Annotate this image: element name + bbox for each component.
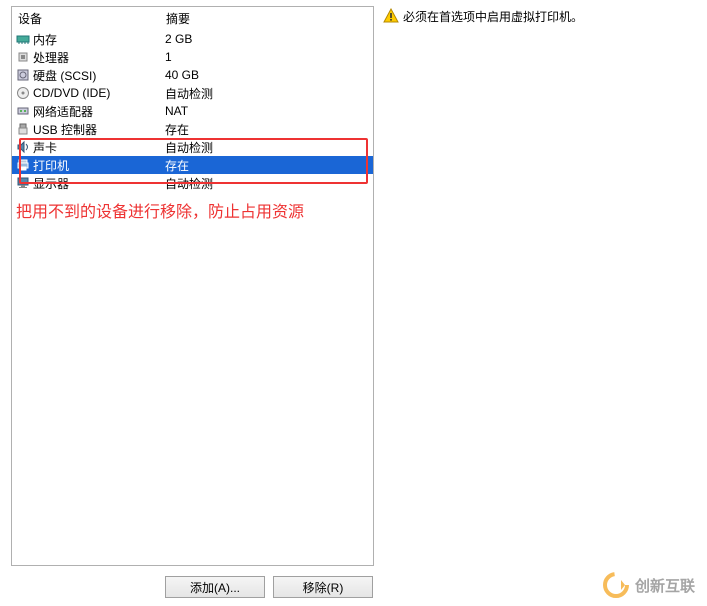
- device-row-cd[interactable]: CD/DVD (IDE)自动检测: [12, 84, 373, 102]
- add-button[interactable]: 添加(A)...: [165, 576, 265, 598]
- device-name: 声卡: [33, 139, 165, 156]
- header-summary: 摘要: [166, 10, 369, 27]
- warning-text: 必须在首选项中启用虚拟打印机。: [403, 8, 583, 25]
- watermark-logo-icon: [603, 572, 629, 598]
- watermark: 创新互联: [603, 572, 695, 598]
- remove-button[interactable]: 移除(R): [273, 576, 373, 598]
- header-device: 设备: [16, 10, 166, 27]
- device-row-network[interactable]: 网络适配器NAT: [12, 102, 373, 120]
- device-name: 网络适配器: [33, 103, 165, 120]
- device-name: 处理器: [33, 49, 165, 66]
- network-icon: [15, 103, 31, 119]
- disk-icon: [15, 67, 31, 83]
- cpu-icon: [15, 49, 31, 65]
- hardware-panel: 设备 摘要 内存2 GB处理器1硬盘 (SCSI)40 GBCD/DVD (ID…: [11, 6, 374, 566]
- column-headers: 设备 摘要: [12, 7, 373, 30]
- button-bar: 添加(A)... 移除(R): [165, 576, 373, 598]
- memory-icon: [15, 31, 31, 47]
- device-name: 硬盘 (SCSI): [33, 67, 165, 84]
- device-summary: 40 GB: [165, 68, 373, 82]
- device-row-display[interactable]: 显示器自动检测: [12, 174, 373, 192]
- warning-icon: [383, 8, 399, 24]
- warning-area: 必须在首选项中启用虚拟打印机。: [383, 8, 583, 25]
- device-name: 内存: [33, 31, 165, 48]
- device-row-usb[interactable]: USB 控制器存在: [12, 120, 373, 138]
- usb-icon: [15, 121, 31, 137]
- printer-icon: [15, 157, 31, 173]
- device-name: USB 控制器: [33, 121, 165, 138]
- device-row-memory[interactable]: 内存2 GB: [12, 30, 373, 48]
- device-summary: 自动检测: [165, 85, 373, 102]
- device-name: 显示器: [33, 175, 165, 192]
- device-name: CD/DVD (IDE): [33, 86, 165, 100]
- device-row-disk[interactable]: 硬盘 (SCSI)40 GB: [12, 66, 373, 84]
- sound-icon: [15, 139, 31, 155]
- device-summary: 1: [165, 50, 373, 64]
- device-row-printer[interactable]: 打印机存在: [12, 156, 373, 174]
- display-icon: [15, 175, 31, 191]
- device-row-sound[interactable]: 声卡自动检测: [12, 138, 373, 156]
- device-summary: 自动检测: [165, 139, 373, 156]
- device-name: 打印机: [33, 157, 165, 174]
- device-summary: NAT: [165, 104, 373, 118]
- device-summary: 2 GB: [165, 32, 373, 46]
- watermark-text: 创新互联: [635, 575, 695, 596]
- device-row-cpu[interactable]: 处理器1: [12, 48, 373, 66]
- device-summary: 存在: [165, 157, 373, 174]
- device-summary: 自动检测: [165, 175, 373, 192]
- cd-icon: [15, 85, 31, 101]
- device-summary: 存在: [165, 121, 373, 138]
